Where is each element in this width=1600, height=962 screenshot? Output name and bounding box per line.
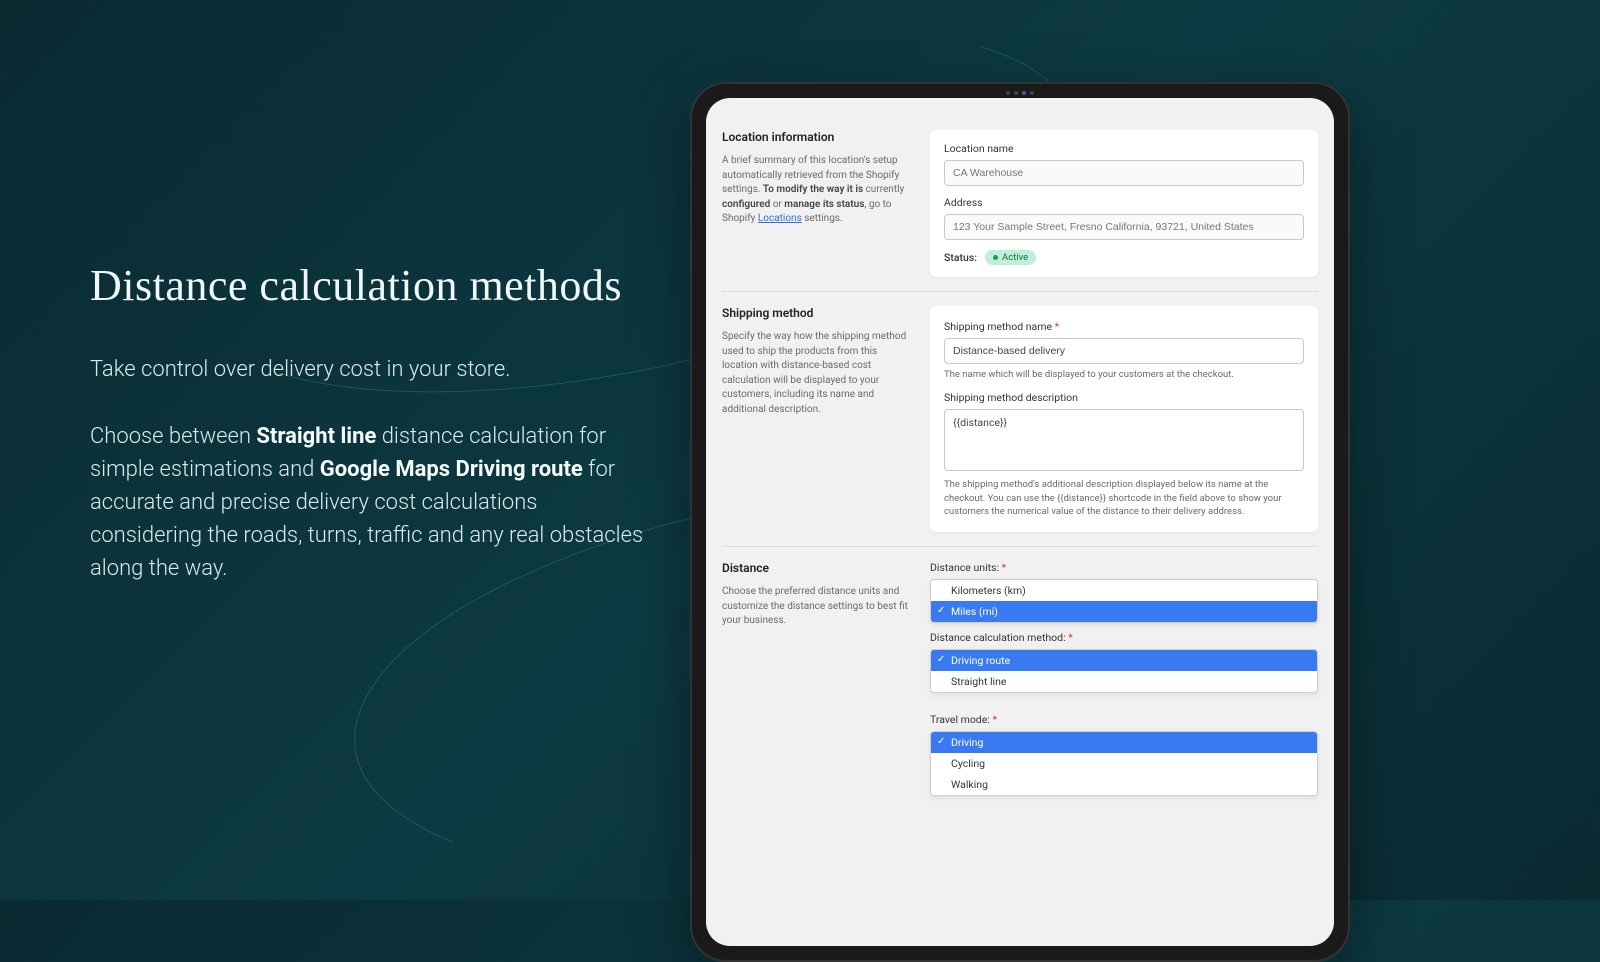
section-desc: A brief summary of this location's setup…: [722, 154, 912, 227]
section-title: Distance: [722, 561, 912, 575]
shipping-desc-input[interactable]: [944, 409, 1304, 471]
method-label: Distance calculation method: *: [930, 631, 1318, 644]
travel-dropdown[interactable]: Driving Cycling Walking: [930, 731, 1318, 796]
section-title: Location information: [722, 130, 912, 144]
shipping-name-help: The name which will be displayed to your…: [944, 368, 1304, 381]
address-label: Address: [944, 196, 1304, 209]
units-dropdown[interactable]: Kilometers (km) Miles (mi): [930, 579, 1318, 623]
method-option-driving[interactable]: Driving route: [931, 650, 1317, 671]
units-option-km[interactable]: Kilometers (km): [931, 580, 1317, 601]
status-label: Status:: [944, 251, 977, 264]
section-title: Shipping method: [722, 306, 912, 320]
locations-link[interactable]: Locations: [758, 213, 802, 224]
method-option-straight[interactable]: Straight line: [931, 671, 1317, 692]
travel-option-walking[interactable]: Walking: [931, 774, 1317, 795]
headline: Distance calculation methods: [90, 260, 650, 311]
units-label: Distance units: *: [930, 561, 1318, 574]
shipping-desc-help: The shipping method's additional descrip…: [944, 478, 1304, 518]
travel-option-cycling[interactable]: Cycling: [931, 753, 1317, 774]
distance-section: Distance Choose the preferred distance u…: [722, 547, 1318, 818]
tablet-frame: Location information A brief summary of …: [690, 82, 1350, 962]
shipping-desc-label: Shipping method description: [944, 391, 1304, 404]
address-input[interactable]: [944, 214, 1304, 240]
location-name-input[interactable]: [944, 160, 1304, 186]
status-badge: Active: [985, 250, 1036, 265]
location-name-label: Location name: [944, 142, 1304, 155]
app-screen: Location information A brief summary of …: [706, 98, 1334, 946]
travel-label: Travel mode: *: [930, 713, 1318, 726]
method-help-truncated: [930, 695, 1318, 705]
tablet-camera: [985, 90, 1055, 96]
section-desc: Choose the preferred distance units and …: [722, 585, 912, 629]
method-dropdown[interactable]: Driving route Straight line: [930, 649, 1318, 693]
location-section: Location information A brief summary of …: [722, 116, 1318, 292]
shipping-section: Shipping method Specify the way how the …: [722, 292, 1318, 547]
body-text: Choose between Straight line distance ca…: [90, 420, 650, 585]
marketing-copy: Distance calculation methods Take contro…: [90, 260, 650, 585]
shipping-name-input[interactable]: [944, 338, 1304, 364]
section-desc: Specify the way how the shipping method …: [722, 330, 912, 417]
units-option-mi[interactable]: Miles (mi): [931, 601, 1317, 622]
travel-option-driving[interactable]: Driving: [931, 732, 1317, 753]
shipping-name-label: Shipping method name *: [944, 320, 1304, 333]
subheadline: Take control over delivery cost in your …: [90, 357, 650, 382]
